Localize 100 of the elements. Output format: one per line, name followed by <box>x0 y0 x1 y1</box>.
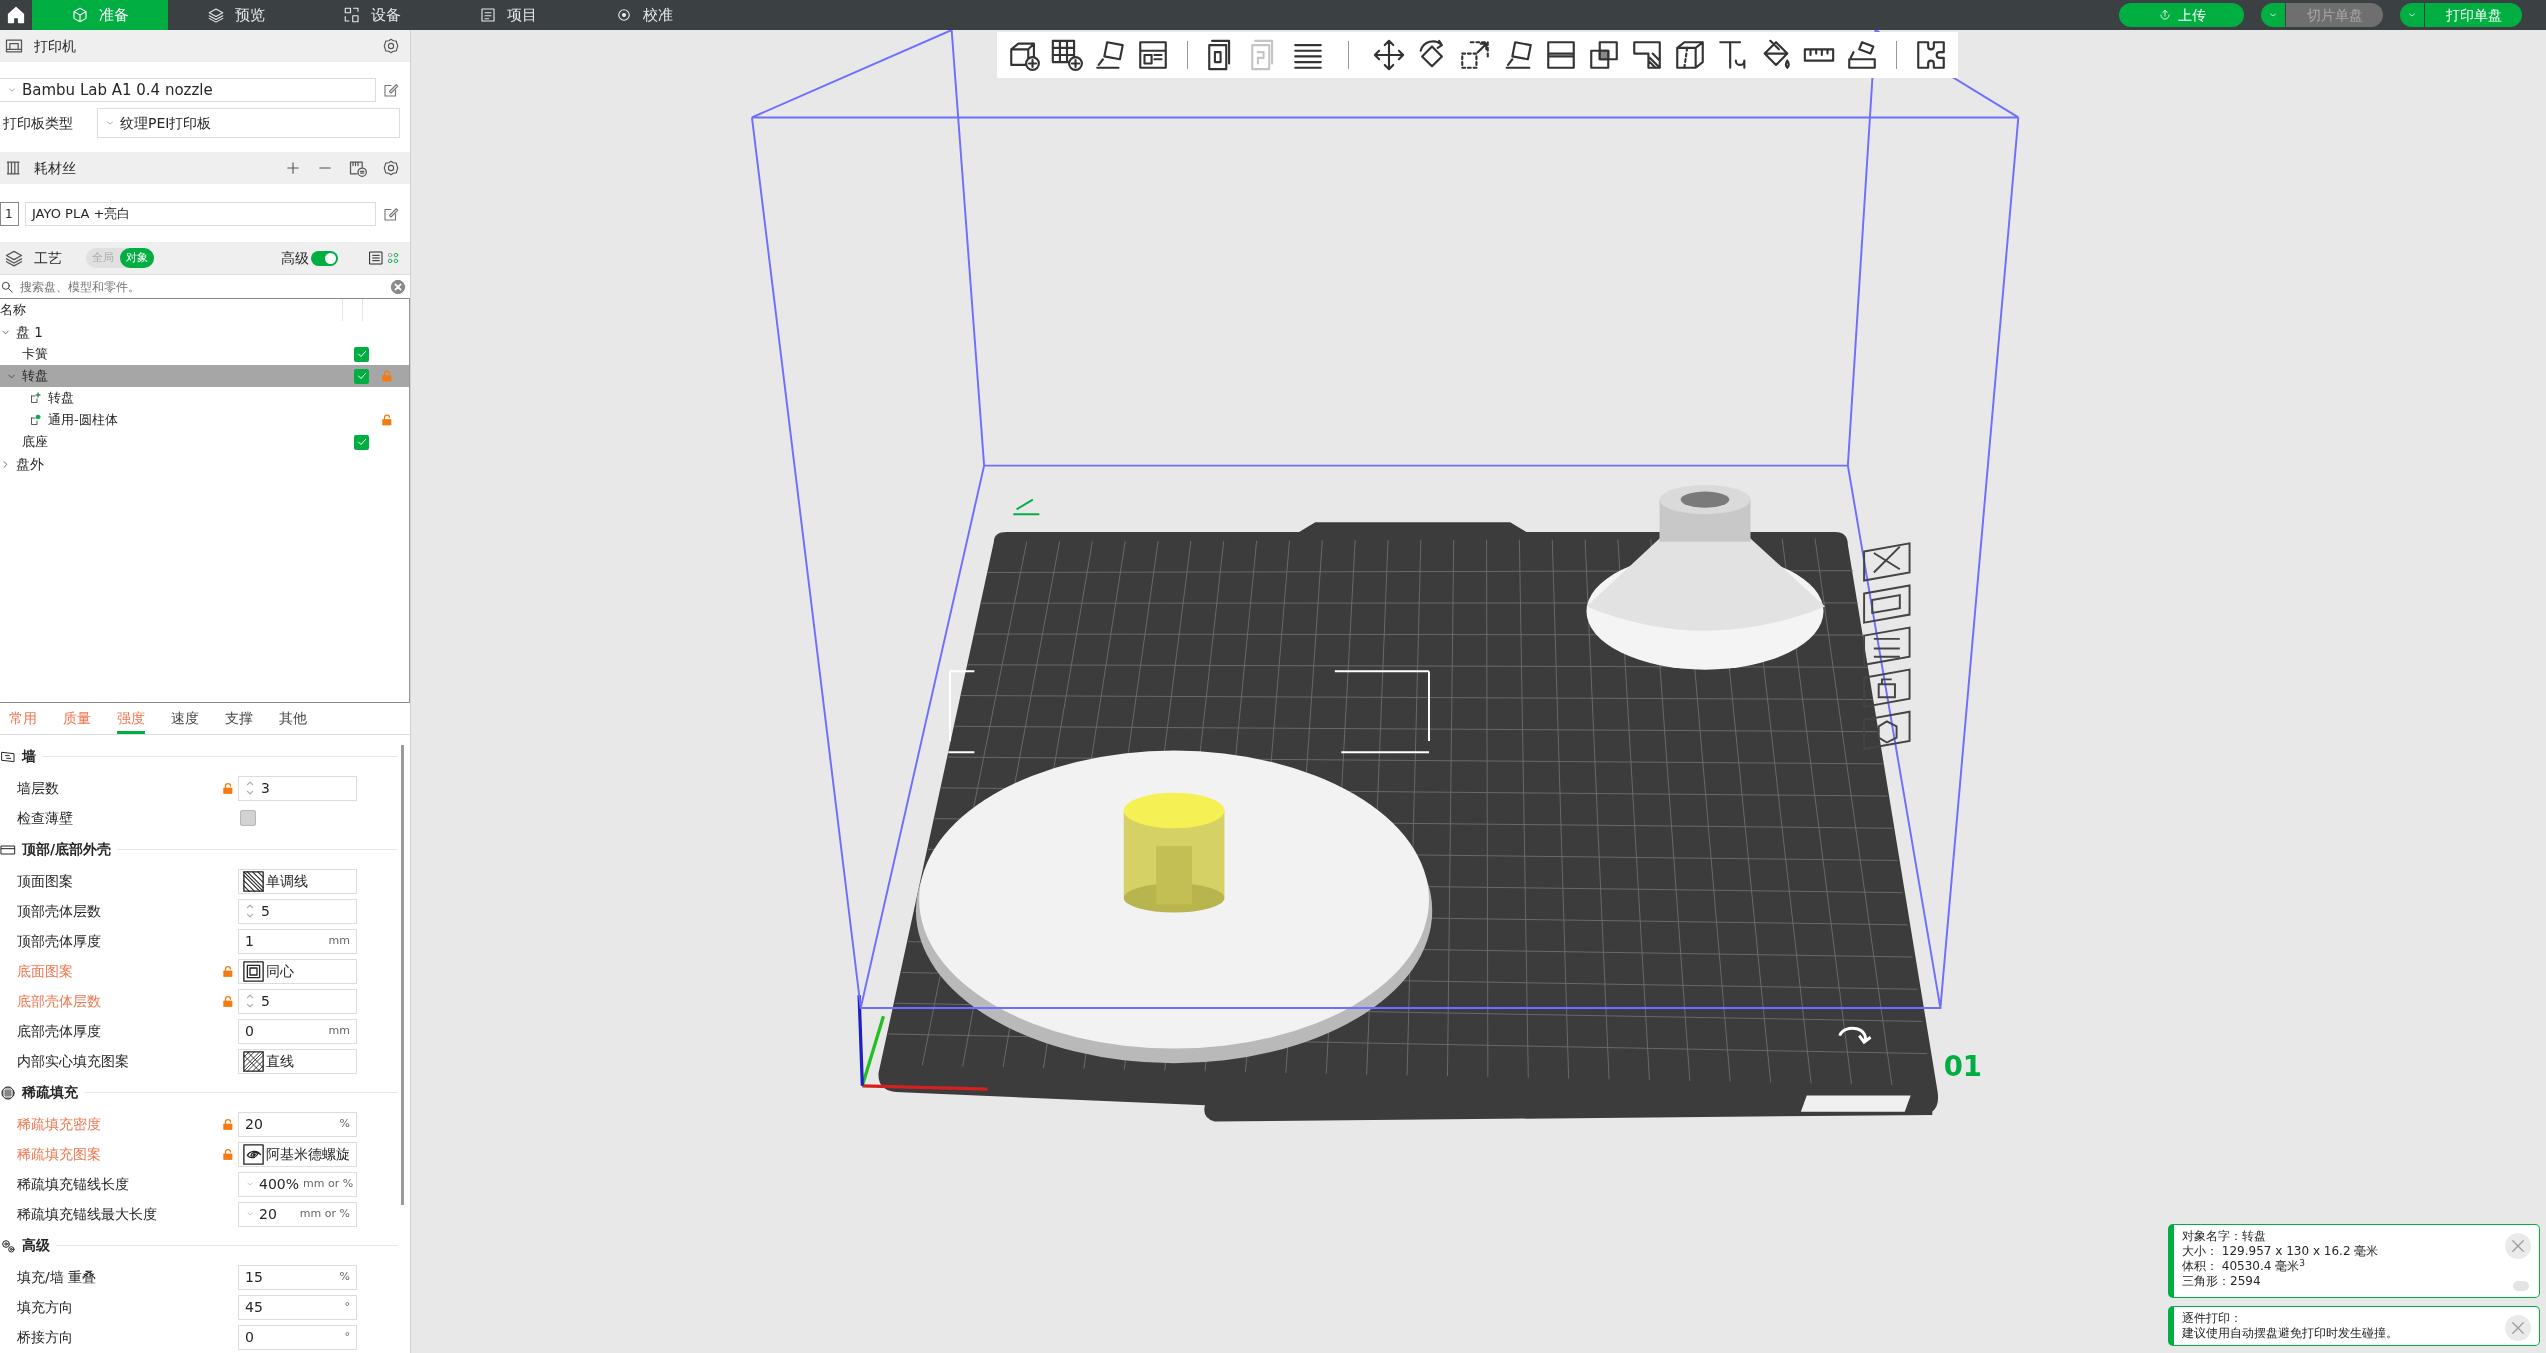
boolean-icon[interactable] <box>1587 38 1621 72</box>
number-spinner[interactable]: 5 <box>238 988 357 1014</box>
notification-text: 大小： 129.957 x 130 x 16.2 毫米 <box>2182 1244 2380 1259</box>
notification-text: 对象名字：转盘 <box>2182 1229 2267 1244</box>
edit-icon[interactable] <box>382 205 400 223</box>
dots-icon[interactable] <box>386 251 400 265</box>
plus-icon[interactable] <box>284 159 302 177</box>
checkbox[interactable] <box>354 434 369 450</box>
scale-icon[interactable] <box>1458 38 1492 72</box>
group-title: 高级 <box>22 1236 50 1255</box>
rotate-icon[interactable] <box>1838 1026 1873 1044</box>
section-title: 打印机 <box>34 36 76 56</box>
search-icon <box>0 279 14 294</box>
nav-tab[interactable]: 设备 <box>304 0 440 30</box>
target-icon <box>615 6 633 24</box>
tree-item-label: 盘外 <box>16 454 44 474</box>
setting-label: 稀疏填充锚线长度 <box>16 1174 130 1194</box>
pencil-icon[interactable] <box>1012 498 1041 516</box>
nav-tab[interactable]: 项目 <box>440 0 576 30</box>
number-field[interactable]: 15 % <box>238 1264 357 1290</box>
section-title: 工艺 <box>34 248 62 268</box>
grid-plus-icon[interactable] <box>1050 38 1084 72</box>
combo-field[interactable]: 400% mm or % <box>238 1171 357 1197</box>
tree-row[interactable]: 盘外 <box>0 453 409 475</box>
check-icon <box>355 436 368 448</box>
tree-item-label: 转盘 <box>22 367 48 386</box>
plate-type-select[interactable]: 纹理PEI打印板 <box>97 108 400 138</box>
setting-label: 底部壳体厚度 <box>16 1021 102 1041</box>
layout-icon[interactable] <box>1136 38 1170 72</box>
settings-tab[interactable]: 其他 <box>279 706 307 734</box>
pattern-select[interactable]: 单调线 <box>238 868 357 894</box>
nav-tab[interactable]: 校准 <box>576 0 712 30</box>
clear-icon[interactable] <box>390 278 406 295</box>
advanced-switch[interactable] <box>311 250 338 266</box>
lock-icon[interactable] <box>1863 668 1911 709</box>
column-header: 名称 <box>0 301 26 320</box>
number-field[interactable]: 1 mm <box>238 928 357 954</box>
move-icon[interactable] <box>1372 38 1406 72</box>
number-spinner[interactable]: 5 <box>238 898 357 924</box>
tree-item-label: 卡簧 <box>22 345 48 364</box>
assembly-icon[interactable] <box>1845 38 1879 72</box>
checkbox[interactable] <box>354 346 369 362</box>
tree-row[interactable]: 盘 1 <box>0 321 409 343</box>
setting-label: 稀疏填充锚线最大长度 <box>16 1204 158 1224</box>
filament-select[interactable]: JAYO PLA +亮白 <box>25 202 376 226</box>
settings-tab[interactable]: 速度 <box>171 706 199 734</box>
cube-icon <box>71 6 89 24</box>
tree-row[interactable]: 卡簧 <box>0 343 409 365</box>
tree-row[interactable]: 底座 <box>0 431 409 453</box>
setting-label: 稀疏填充密度 <box>16 1114 102 1134</box>
close-button[interactable] <box>2505 1315 2531 1341</box>
group-title: 顶部/底部外壳 <box>22 840 112 859</box>
dropdown-button[interactable] <box>2261 3 2285 27</box>
check-icon <box>355 370 368 382</box>
checkbox[interactable] <box>240 810 256 826</box>
checkbox[interactable] <box>354 368 369 384</box>
number-field[interactable]: 20 % <box>238 1111 357 1137</box>
tree-row[interactable]: 转盘 <box>0 387 409 409</box>
number-field[interactable]: 45 ° <box>238 1294 357 1320</box>
setting-label: 底部壳体层数 <box>16 991 102 1011</box>
pattern-select[interactable]: 同心 <box>238 958 357 984</box>
number-spinner[interactable]: 3 <box>238 775 357 801</box>
edit-icon[interactable] <box>382 81 400 99</box>
settings-icon[interactable] <box>382 159 400 177</box>
tree-row[interactable]: 转盘 <box>0 365 409 387</box>
orient-icon[interactable] <box>1863 626 1911 666</box>
close-icon[interactable] <box>1863 542 1911 582</box>
layers-icon <box>207 6 225 24</box>
combo-field[interactable]: 20 mm or % <box>238 1201 357 1227</box>
nav-tab[interactable]: 预览 <box>168 0 304 30</box>
setting-label: 内部实心填充图案 <box>16 1051 130 1071</box>
number-field[interactable]: 0 ° <box>238 1324 357 1350</box>
pattern-select[interactable]: 阿基米德螺旋 <box>238 1141 357 1167</box>
puzzle-icon[interactable] <box>1914 38 1948 72</box>
seam-icon[interactable] <box>1673 38 1707 72</box>
field-label: 打印板类型 <box>2 113 74 133</box>
cut-icon[interactable] <box>1544 38 1578 72</box>
support-paint-icon[interactable] <box>1630 38 1664 72</box>
list-icon[interactable] <box>368 250 384 266</box>
printer-select[interactable]: Bambu Lab A1 0.4 nozzle <box>0 78 376 102</box>
settings-icon[interactable] <box>382 37 400 55</box>
layers-icon <box>4 248 24 268</box>
scrollbar[interactable] <box>401 745 404 1205</box>
number-field[interactable]: 0 mm <box>238 1018 357 1044</box>
close-button[interactable] <box>2505 1233 2531 1259</box>
tree-row[interactable]: 通用-圆柱体 <box>0 409 409 431</box>
tree-item-label: 转盘 <box>48 389 74 408</box>
setting-label: 填充方向 <box>16 1297 74 1317</box>
auto-orient-icon[interactable] <box>1093 38 1127 72</box>
settings-icon[interactable] <box>1863 710 1911 751</box>
pattern-select[interactable]: 直线 <box>238 1048 357 1074</box>
arrange-icon[interactable] <box>1863 584 1911 624</box>
setting-label: 填充/墙 重叠 <box>16 1267 98 1287</box>
dropdown-button[interactable] <box>2400 3 2424 27</box>
settings-tab[interactable]: 支撑 <box>225 706 253 734</box>
close-icon <box>2509 1319 2527 1337</box>
search-field[interactable]: 搜索盘、模型和零件。 <box>18 276 386 297</box>
concentric-squares-icon <box>243 960 264 982</box>
notification-text: 逐件打印： <box>2182 1311 2243 1326</box>
group-title: 墙 <box>22 747 36 766</box>
